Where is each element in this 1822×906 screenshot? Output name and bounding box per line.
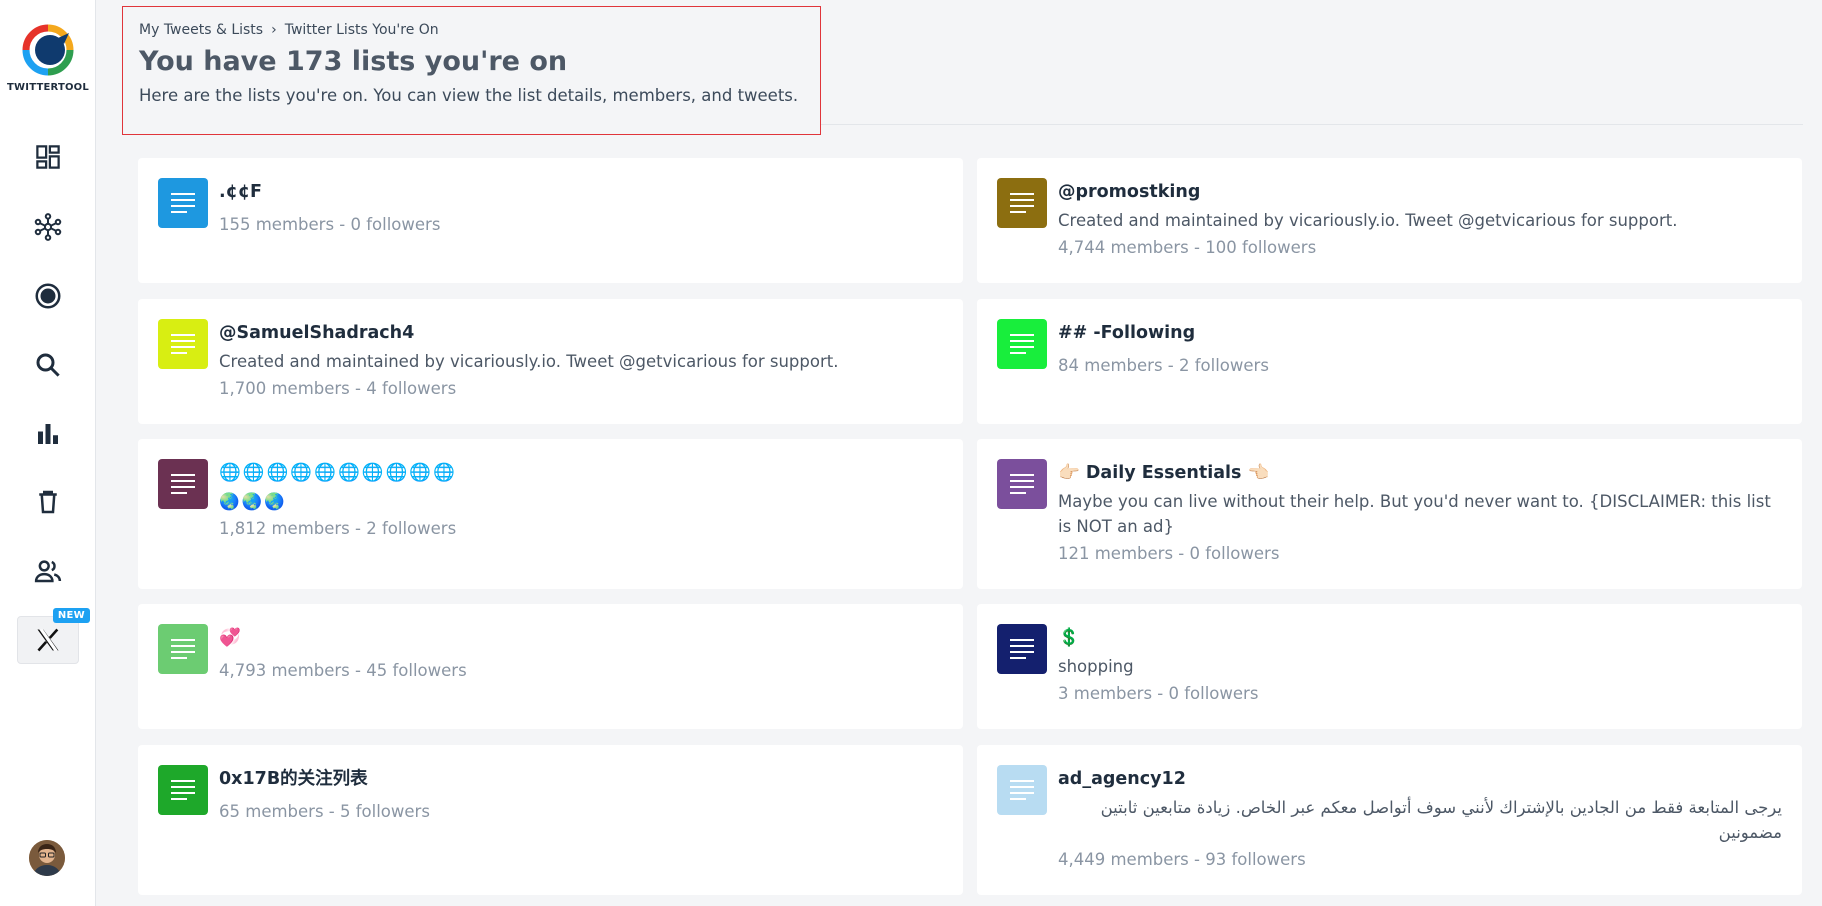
list-description: 🌏🌏🌏 [219, 492, 287, 511]
list-card[interactable]: .¢¢F 155 members - 0 followers [138, 158, 963, 283]
list-card[interactable]: 👉🏻 Daily Essentials 👈🏻 Maybe you can liv… [977, 439, 1802, 589]
list-card[interactable]: 💞 4,793 members - 45 followers [138, 604, 963, 729]
search-icon [36, 353, 60, 377]
list-stats: 4,449 members - 93 followers [1058, 850, 1306, 869]
list-card[interactable]: ## -Following 84 members - 2 followers [977, 299, 1802, 424]
list-stats: 84 members - 2 followers [1058, 356, 1269, 375]
list-icon [158, 319, 208, 369]
list-icon [997, 765, 1047, 815]
page-header: My Tweets & Lists › Twitter Lists You're… [122, 6, 821, 135]
dashboard-icon [36, 145, 60, 169]
list-card[interactable]: @SamuelShadrach4 Created and maintained … [138, 299, 963, 424]
trash-icon [39, 490, 57, 514]
breadcrumb: My Tweets & Lists › Twitter Lists You're… [139, 22, 804, 38]
list-description: Maybe you can live without their help. B… [1058, 492, 1771, 536]
page-subtitle: Here are the lists you're on. You can vi… [139, 86, 799, 105]
nav-analytics[interactable] [24, 410, 72, 458]
list-stats: 4,744 members - 100 followers [1058, 238, 1317, 257]
nav-delete[interactable] [24, 478, 72, 526]
list-name[interactable]: 💲 [1058, 626, 1782, 650]
list-name[interactable]: @SamuelShadrach4 [219, 321, 943, 345]
brand-name: TWITTERTOOL [7, 82, 89, 93]
list-card[interactable]: @promostking Created and maintained by v… [977, 158, 1802, 283]
nav-users[interactable] [24, 547, 72, 595]
target-icon [35, 283, 61, 309]
user-avatar-icon [29, 840, 65, 876]
new-badge: NEW [52, 608, 90, 623]
list-icon [158, 459, 208, 509]
bar-chart-icon [38, 424, 58, 444]
list-stats: 155 members - 0 followers [219, 215, 441, 234]
list-stats: 4,793 members - 45 followers [219, 661, 467, 680]
breadcrumb-current: Twitter Lists You're On [284, 22, 439, 38]
list-name[interactable]: 🌐🌐🌐🌐🌐🌐🌐🌐🌐🌐 [219, 461, 943, 485]
breadcrumb-parent-link[interactable]: My Tweets & Lists [139, 22, 263, 38]
sidebar: TWITTERTOOL NEW [0, 0, 96, 906]
list-description: Created and maintained by vicariously.io… [219, 352, 839, 371]
list-stats: 1,700 members - 4 followers [219, 379, 457, 398]
list-icon [158, 178, 208, 228]
list-icon [997, 178, 1047, 228]
list-icon [158, 624, 208, 674]
nav-target[interactable] [24, 272, 72, 320]
list-name[interactable]: ad_agency12 [1058, 767, 1782, 791]
list-description: shopping [1058, 657, 1134, 676]
list-icon [997, 459, 1047, 509]
list-icon [158, 765, 208, 815]
nav-dashboard[interactable] [24, 133, 72, 181]
logo-icon [22, 24, 74, 76]
page-title: You have 173 lists you're on [139, 46, 568, 77]
brand-logo[interactable]: TWITTERTOOL [0, 24, 96, 93]
list-stats: 65 members - 5 followers [219, 802, 430, 821]
x-logo-icon [37, 628, 59, 652]
chevron-right-icon: › [271, 22, 277, 38]
list-name[interactable]: .¢¢F [219, 180, 943, 204]
list-name[interactable]: @promostking [1058, 180, 1782, 204]
list-name[interactable]: 👉🏻 Daily Essentials 👈🏻 [1058, 461, 1782, 485]
users-icon [34, 560, 62, 583]
nav-network[interactable] [24, 203, 72, 251]
list-description: يرجى المتابعة فقط من الجادين بالإشتراك ل… [1100, 798, 1782, 842]
list-name[interactable]: ## -Following [1058, 321, 1782, 345]
list-card[interactable]: 💲 shopping 3 members - 0 followers [977, 604, 1802, 729]
list-card[interactable]: 🌐🌐🌐🌐🌐🌐🌐🌐🌐🌐 🌏🌏🌏 1,812 members - 2 followe… [138, 439, 963, 589]
nav-search[interactable] [24, 341, 72, 389]
network-icon [34, 213, 62, 241]
list-description: Created and maintained by vicariously.io… [1058, 211, 1678, 230]
list-stats: 1,812 members - 2 followers [219, 519, 457, 538]
nav-x[interactable]: NEW [17, 608, 90, 664]
list-name[interactable]: 💞 [219, 626, 943, 650]
list-stats: 121 members - 0 followers [1058, 544, 1280, 563]
list-name[interactable]: 0x17B的关注列表 [219, 767, 943, 791]
header-divider [821, 124, 1803, 125]
list-card[interactable]: 0x17B的关注列表 65 members - 5 followers [138, 745, 963, 895]
list-icon [997, 624, 1047, 674]
list-icon [997, 319, 1047, 369]
avatar[interactable] [29, 840, 65, 876]
list-stats: 3 members - 0 followers [1058, 684, 1259, 703]
list-card[interactable]: ad_agency12 يرجى المتابعة فقط من الجادين… [977, 745, 1802, 895]
